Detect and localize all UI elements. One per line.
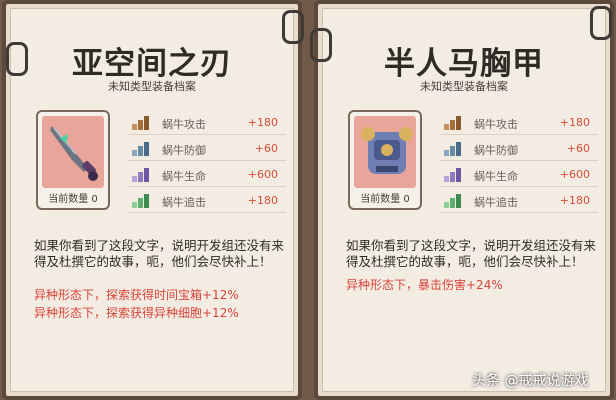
life-icon [444, 168, 461, 182]
chest-armor-icon [361, 127, 413, 174]
stat-value: +600 [559, 168, 590, 181]
stat-label: 蜗牛防御 [474, 144, 518, 157]
stat-value: +180 [247, 194, 278, 207]
bonus-line: 异种形态下，探索获得时间宝箱+12% [34, 288, 239, 302]
card-subtitle: 未知类型装备档案 [420, 80, 508, 93]
stat-row-defense: 蜗牛防御 +60 [128, 138, 286, 161]
stat-label: 蜗牛生命 [162, 170, 206, 183]
count-value: 0 [91, 194, 98, 205]
item-description: 如果你看到了这段文字，说明开发组还没有来得及杜撰它的故事，呃，他们会尽快补上！ [346, 238, 597, 269]
paperclip-icon [590, 6, 612, 40]
stat-label: 蜗牛攻击 [474, 118, 518, 131]
stat-row-pursuit: 蜗牛追击 +180 [128, 190, 286, 213]
stat-label: 蜗牛生命 [474, 170, 518, 183]
life-icon [132, 168, 149, 182]
defense-icon [132, 142, 149, 156]
pursuit-icon [444, 194, 461, 208]
equipment-card-blade: 亚空间之刃 未知类型装备档案 当前数量 0 蜗牛攻击 +180 蜗牛防御 +60 [2, 0, 304, 400]
bonus-line: 异种形态下，探索获得异种细胞+12% [34, 306, 239, 320]
stat-label: 蜗牛防御 [162, 144, 206, 157]
stat-row-attack: 蜗牛攻击 +180 [440, 112, 598, 135]
bonus-line: 异种形态下，暴击伤害+24% [346, 278, 503, 292]
stat-row-pursuit: 蜗牛追击 +180 [440, 190, 598, 213]
stat-value: +180 [559, 194, 590, 207]
count-value: 0 [403, 194, 410, 205]
stats-list: 蜗牛攻击 +180 蜗牛防御 +60 蜗牛生命 +600 蜗牛追击 +180 [440, 112, 598, 216]
card-subtitle: 未知类型装备档案 [108, 80, 196, 93]
stat-value: +60 [566, 142, 590, 155]
item-description: 如果你看到了这段文字，说明开发组还没有来得及杜撰它的故事，呃，他们会尽快补上！ [34, 238, 285, 269]
card-title: 半人马胸甲 [384, 46, 544, 82]
count-label: 当前数量 [360, 194, 401, 205]
stat-value: +600 [247, 168, 278, 181]
item-art [354, 116, 416, 188]
stat-row-life: 蜗牛生命 +600 [128, 164, 286, 187]
stat-row-attack: 蜗牛攻击 +180 [128, 112, 286, 135]
blade-icon [50, 126, 98, 181]
watermark-text: 头条 @戒戒说游戏 [472, 373, 589, 389]
stat-row-defense: 蜗牛防御 +60 [440, 138, 598, 161]
count-label: 当前数量 [48, 194, 89, 205]
stat-label: 蜗牛追击 [162, 196, 206, 209]
stat-value: +60 [254, 142, 278, 155]
card-title: 亚空间之刃 [72, 46, 232, 82]
stats-list: 蜗牛攻击 +180 蜗牛防御 +60 蜗牛生命 +600 蜗牛追击 +180 [128, 112, 286, 216]
stat-row-life: 蜗牛生命 +600 [440, 164, 598, 187]
item-thumbnail[interactable]: 当前数量 0 [36, 110, 110, 210]
defense-icon [444, 142, 461, 156]
attack-icon [132, 116, 149, 130]
item-thumbnail[interactable]: 当前数量 0 [348, 110, 422, 210]
equipment-card-armor: 半人马胸甲 未知类型装备档案 当前数量 0 蜗牛攻击 +180 蜗牛防御 +60… [310, 0, 614, 400]
stat-label: 蜗牛攻击 [162, 118, 206, 131]
item-art [42, 116, 104, 188]
stat-value: +180 [559, 116, 590, 129]
pursuit-icon [132, 194, 149, 208]
stat-value: +180 [247, 116, 278, 129]
attack-icon [444, 116, 461, 130]
stat-label: 蜗牛追击 [474, 196, 518, 209]
